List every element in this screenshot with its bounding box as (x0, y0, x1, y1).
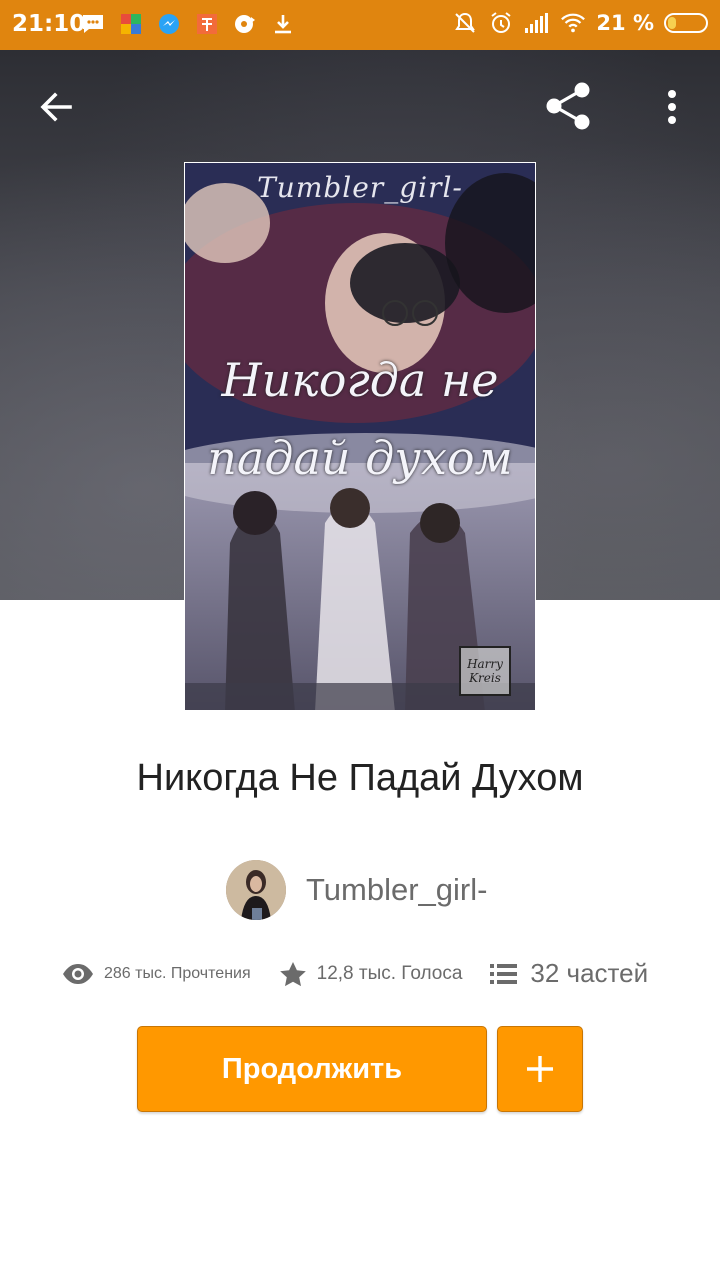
eye-icon (63, 963, 93, 984)
cover-stamp: Harry Kreis (459, 646, 511, 696)
cover-stamp-line-1: Harry (467, 657, 503, 671)
more-options-button[interactable] (650, 80, 694, 134)
status-bar: 21:10 21 % (0, 0, 720, 50)
author-link[interactable]: Tumbler_girl- (226, 860, 487, 920)
cover-title-line-2: падай духом (207, 431, 513, 485)
wifi-icon (560, 11, 586, 35)
share-icon (546, 82, 590, 130)
book-title: Никогда Не Падай Духом (136, 757, 584, 799)
continue-reading-button[interactable]: Продолжить (137, 1026, 487, 1112)
star-icon (279, 961, 306, 986)
disc-icon (232, 12, 258, 36)
more-vertical-icon (668, 90, 676, 124)
avatar-image (226, 860, 286, 920)
book-stats: 286 тыс. Прочтения 12,8 тыс. Голоса 32 ч… (62, 958, 648, 989)
votes-count: 12,8 тыс. Голоса (316, 962, 463, 984)
parts-stat: 32 частей (490, 958, 648, 989)
share-button[interactable] (536, 78, 600, 134)
message-icon (80, 12, 106, 36)
book-cover[interactable]: Tumbler_girl- Никогда не падай духом Har… (184, 162, 536, 711)
add-to-library-button[interactable] (497, 1026, 583, 1112)
system-icons: 21 % (452, 11, 708, 35)
author-name[interactable]: Tumbler_girl- (306, 872, 487, 908)
messenger-icon (156, 12, 182, 36)
arrow-left-icon (40, 92, 72, 122)
battery-level (668, 17, 676, 29)
signal-icon (524, 11, 550, 35)
gift-icon (194, 12, 220, 36)
status-time: 21:10 (12, 11, 86, 37)
parts-count: 32 частей (530, 958, 649, 988)
continue-label: Продолжить (221, 1052, 403, 1085)
plus-icon (527, 1056, 553, 1082)
cover-title-line-1: Никогда не (221, 353, 499, 407)
alarm-icon (488, 11, 514, 35)
notification-icons (80, 12, 296, 36)
reads-stat: 286 тыс. Прочтения (62, 963, 251, 985)
back-button[interactable] (26, 80, 86, 134)
votes-stat: 12,8 тыс. Голоса (279, 961, 463, 987)
cover-author-text: Tumbler_girl- (257, 171, 463, 204)
list-icon (490, 963, 518, 984)
cover-stamp-line-2: Kreis (469, 671, 501, 685)
battery-percent: 21 % (596, 11, 654, 35)
author-avatar[interactable] (226, 860, 286, 920)
battery-icon (664, 13, 708, 33)
bell-off-icon (452, 11, 478, 35)
download-icon (270, 12, 296, 36)
reads-count: 286 тыс. Прочтения (104, 964, 251, 982)
kite-icon (118, 12, 144, 36)
